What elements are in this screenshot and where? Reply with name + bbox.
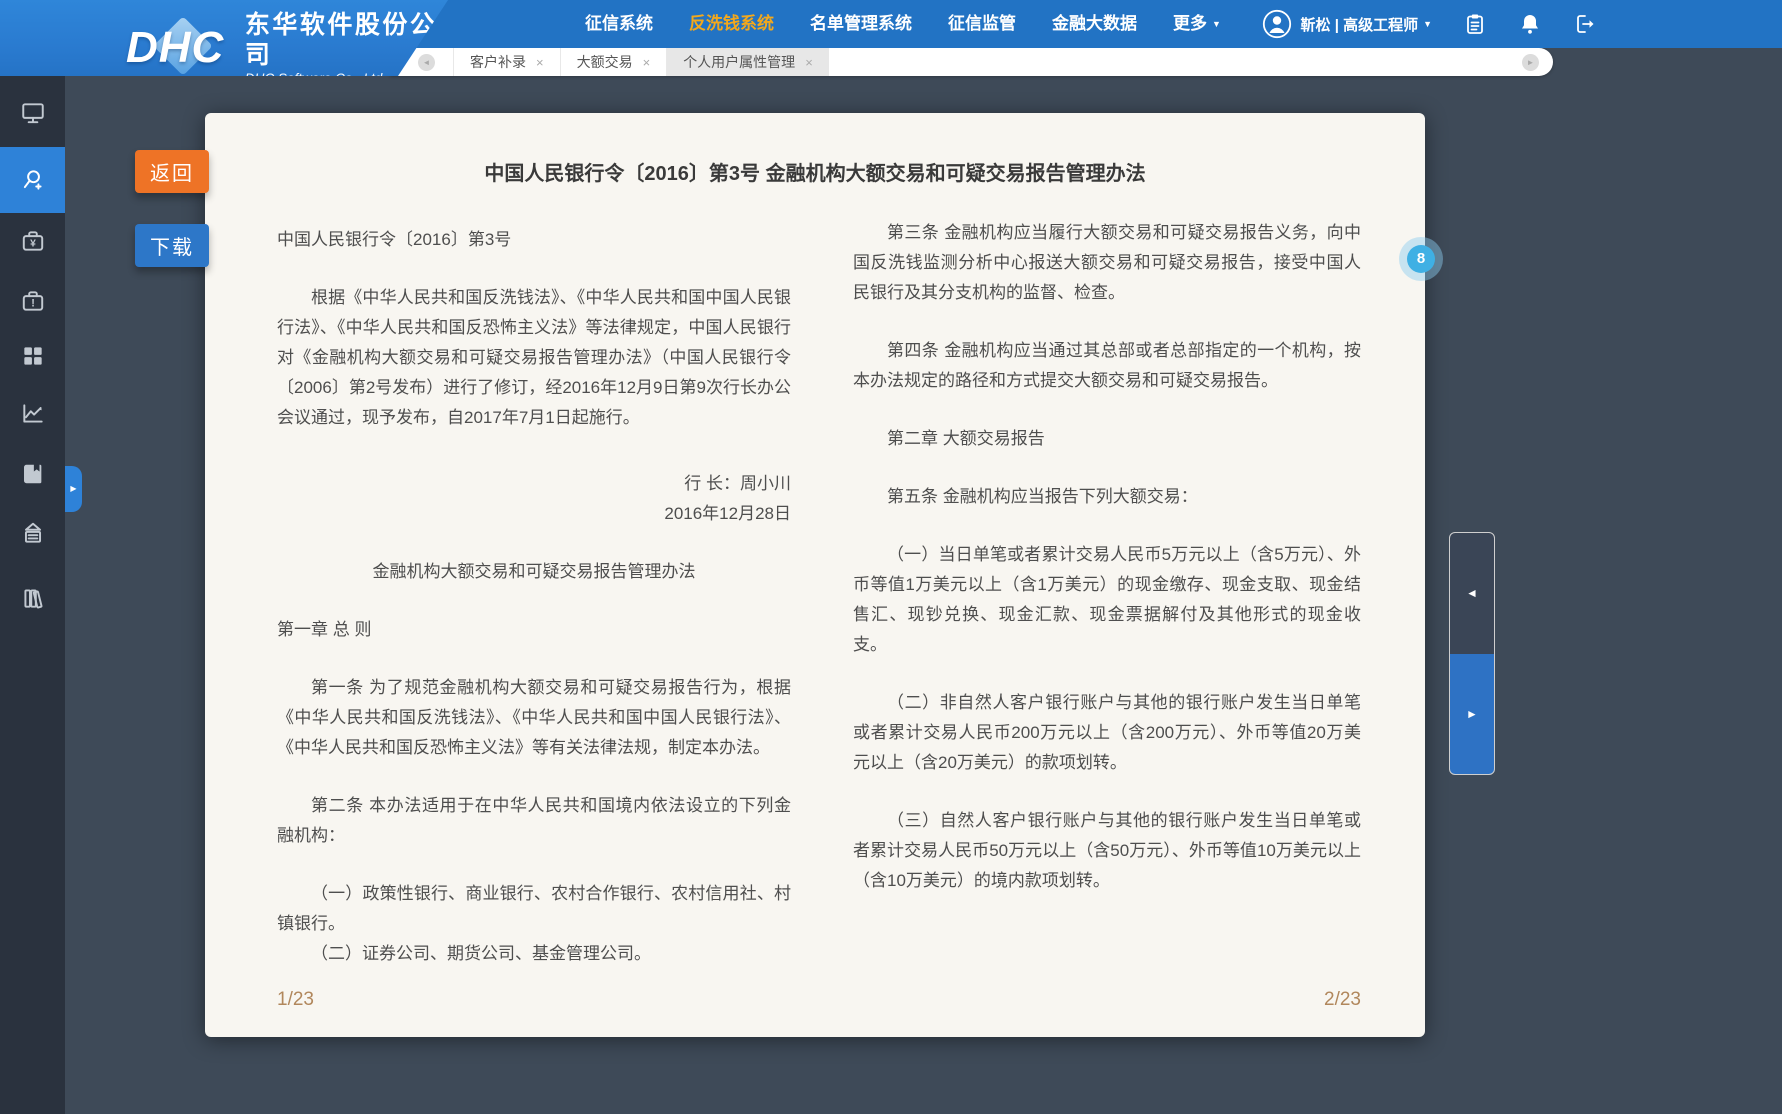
decree-preamble: 根据《中华人民共和国反洗钱法》、《中华人民共和国中国人民银行法》、《中华人民共和… bbox=[277, 283, 791, 433]
close-icon[interactable]: × bbox=[643, 55, 651, 70]
tab-scroll-right-icon[interactable]: ► bbox=[1522, 54, 1539, 71]
library-icon bbox=[20, 585, 46, 611]
arrow-right-icon: ► bbox=[1466, 707, 1478, 721]
article-5: 第五条 金融机构应当报告下列大额交易： bbox=[853, 482, 1361, 512]
sidebar-item-user-search[interactable] bbox=[0, 147, 65, 213]
close-icon[interactable]: × bbox=[805, 55, 813, 70]
article-3: 第三条 金融机构应当履行大额交易和可疑交易报告义务，向中国反洗钱监测分析中心报送… bbox=[853, 218, 1361, 308]
sidebar-item-alert-cases[interactable]: ! bbox=[0, 276, 65, 326]
sidebar-item-analytics[interactable] bbox=[0, 389, 65, 439]
line-chart-icon bbox=[20, 401, 46, 427]
nav-item-credit-system[interactable]: 征信系统 bbox=[585, 0, 653, 48]
article-2-item-2: （二）证券公司、期货公司、基金管理公司。 bbox=[277, 939, 791, 969]
dhc-logo-icon: DHC bbox=[126, 21, 235, 77]
article-2-item-1: （一）政策性银行、商业银行、农村合作银行、农村信用社、村镇银行。 bbox=[277, 879, 791, 939]
book-icon bbox=[20, 461, 46, 487]
user-area: 靳松 | 高级工程师 ▼ bbox=[1262, 0, 1597, 48]
decree-number: 中国人民银行令〔2016〕第3号 bbox=[277, 225, 791, 255]
avatar[interactable] bbox=[1262, 9, 1292, 39]
regulation-heading: 金融机构大额交易和可疑交易报告管理办法 bbox=[277, 557, 791, 587]
sidebar-item-apps[interactable] bbox=[0, 331, 65, 381]
document-title: 中国人民银行令〔2016〕第3号 金融机构大额交易和可疑交易报告管理办法 bbox=[205, 157, 1425, 186]
arrow-right-icon: ▶ bbox=[70, 484, 76, 493]
tab-scroll-left-icon[interactable]: ◄ bbox=[418, 54, 435, 71]
grid-icon bbox=[20, 343, 46, 369]
page-number-right: 2/23 bbox=[1324, 989, 1361, 1011]
monitor-icon bbox=[20, 100, 46, 126]
back-button[interactable]: 返回 bbox=[135, 150, 209, 193]
tab-bar: ◄ 客户补录 × 大额交易 × 个人用户属性管理 × ► bbox=[390, 48, 1553, 76]
sign-frame-icon bbox=[20, 520, 46, 546]
nav-item-aml-system[interactable]: 反洗钱系统 bbox=[689, 0, 774, 48]
sidebar-item-reports[interactable] bbox=[0, 449, 65, 499]
brand-logo: DHC 东华软件股份公司 DHC Software Co., Ltd. bbox=[0, 0, 448, 76]
article-5-item-2: （二）非自然人客户银行账户与其他的银行账户发生当日单笔或者累计交易人民币200万… bbox=[853, 688, 1361, 778]
nav-item-financial-bigdata[interactable]: 金融大数据 bbox=[1052, 0, 1137, 48]
sidebar-item-library[interactable] bbox=[0, 573, 65, 623]
clipboard-icon[interactable] bbox=[1463, 12, 1487, 36]
brand-abbr: DHC bbox=[126, 23, 224, 73]
article-1: 第一条 为了规范金融机构大额交易和可疑交易报告行为，根据《中华人民共和国反洗钱法… bbox=[277, 673, 791, 763]
primary-nav: 征信系统 反洗钱系统 名单管理系统 征信监管 金融大数据 更多▼ bbox=[585, 0, 1221, 48]
chapter-2-heading: 第二章 大额交易报告 bbox=[853, 424, 1361, 454]
document-viewer: 中国人民银行令〔2016〕第3号 金融机构大额交易和可疑交易报告管理办法 中国人… bbox=[205, 113, 1425, 1037]
download-button[interactable]: 下载 bbox=[135, 224, 209, 267]
previous-page-button[interactable]: ◄ bbox=[1450, 533, 1494, 654]
tab-large-transaction[interactable]: 大额交易 × bbox=[560, 48, 667, 76]
sidebar-item-dashboard[interactable] bbox=[0, 88, 65, 138]
sidebar-expand-handle[interactable]: ▶ bbox=[65, 466, 82, 512]
article-5-item-3: （三）自然人客户银行账户与其他的银行账户发生当日单笔或者累计交易人民币50万元以… bbox=[853, 806, 1361, 896]
document-page-right: 第三条 金融机构应当履行大额交易和可疑交易报告义务，向中国反洗钱监测分析中心报送… bbox=[853, 218, 1361, 924]
page-navigation: ◄ ► bbox=[1449, 532, 1495, 775]
page-number-left: 1/23 bbox=[277, 989, 314, 1011]
case-alert-icon: ! bbox=[20, 288, 46, 314]
nav-item-more[interactable]: 更多▼ bbox=[1173, 0, 1221, 48]
decree-signer: 行 长：周小川 bbox=[277, 469, 791, 499]
document-page-left: 中国人民银行令〔2016〕第3号 根据《中华人民共和国反洗钱法》、《中华人民共和… bbox=[277, 225, 791, 997]
tab-personal-user-attributes[interactable]: 个人用户属性管理 × bbox=[666, 48, 829, 76]
notification-badge[interactable]: 8 bbox=[1399, 237, 1443, 281]
user-search-add-icon bbox=[20, 167, 46, 193]
left-sidebar: ¥ ! bbox=[0, 76, 65, 1114]
svg-text:!: ! bbox=[31, 298, 35, 310]
article-5-item-1: （一）当日单笔或者累计交易人民币5万元以上（含5万元）、外币等值1万美元以上（含… bbox=[853, 540, 1361, 660]
arrow-left-icon: ◄ bbox=[1466, 586, 1478, 600]
svg-text:¥: ¥ bbox=[30, 239, 36, 250]
close-icon[interactable]: × bbox=[536, 55, 544, 70]
user-name-role[interactable]: 靳松 | 高级工程师 bbox=[1301, 14, 1419, 35]
chapter-1-heading: 第一章 总 则 bbox=[277, 615, 791, 645]
chevron-down-icon[interactable]: ▼ bbox=[1423, 19, 1432, 29]
nav-item-credit-supervision[interactable]: 征信监管 bbox=[948, 0, 1016, 48]
decree-sign-date: 2016年12月28日 bbox=[277, 499, 791, 529]
nav-item-list-management[interactable]: 名单管理系统 bbox=[810, 0, 912, 48]
logout-icon[interactable] bbox=[1573, 12, 1597, 36]
article-2: 第二条 本办法适用于在中华人民共和国境内依法设立的下列金融机构： bbox=[277, 791, 791, 851]
next-page-button[interactable]: ► bbox=[1450, 654, 1494, 775]
sidebar-item-cash-cases[interactable]: ¥ bbox=[0, 216, 65, 266]
sidebar-item-certificates[interactable] bbox=[0, 508, 65, 558]
article-4: 第四条 金融机构应当通过其总部或者总部指定的一个机构，按本办法规定的路径和方式提… bbox=[853, 336, 1361, 396]
chevron-down-icon: ▼ bbox=[1212, 19, 1221, 29]
bell-icon[interactable] bbox=[1518, 12, 1542, 36]
tab-customer-supplement[interactable]: 客户补录 × bbox=[453, 48, 560, 76]
case-yuan-icon: ¥ bbox=[20, 228, 46, 254]
badge-count: 8 bbox=[1407, 245, 1435, 273]
